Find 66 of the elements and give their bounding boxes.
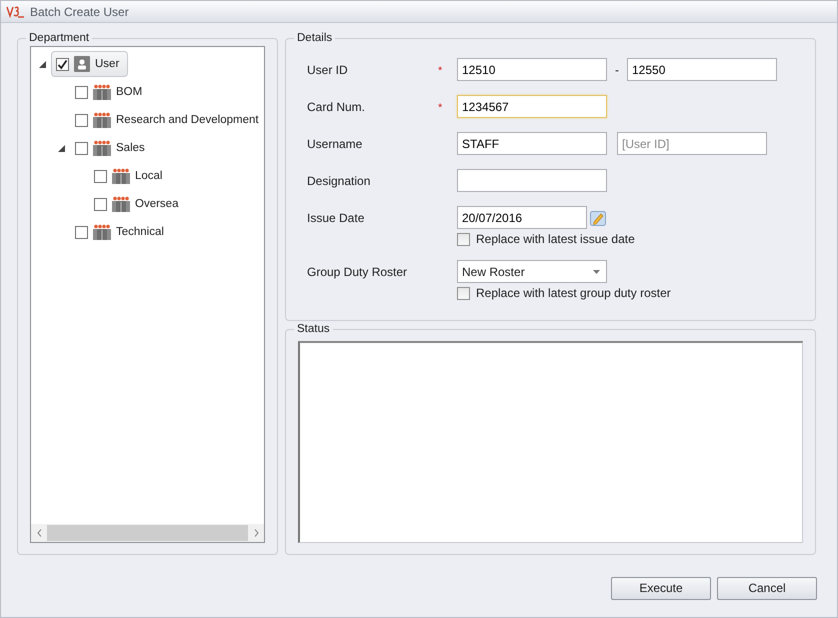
group-icon — [93, 140, 111, 156]
field-label: User ID — [307, 62, 349, 76]
tree-item-label: BOM — [116, 86, 142, 98]
option-label: Replace with latest group duty roster — [476, 286, 671, 300]
checkbox-option[interactable]: Replace with latest issue date — [457, 232, 777, 246]
checkbox[interactable] — [75, 142, 88, 154]
expanded-arrow-icon[interactable] — [38, 60, 46, 68]
field-label: Group Duty Roster — [307, 264, 408, 278]
roster-dropdown[interactable]: New Roster — [457, 260, 607, 283]
tree-item[interactable]: BOM — [70, 79, 152, 105]
field-label: Designation — [307, 174, 372, 188]
group-icon — [93, 112, 111, 128]
tree-item[interactable]: Research and Development — [70, 107, 264, 133]
tree-item-label: Sales — [116, 142, 145, 154]
dialog-button[interactable]: Execute — [611, 576, 711, 600]
range-separator: - — [614, 62, 620, 76]
tree-item-label: Local — [135, 170, 162, 182]
panel-title: Department — [28, 32, 90, 44]
tree-item[interactable]: Local — [89, 163, 172, 189]
required-mark: * — [438, 64, 442, 76]
tree-item[interactable]: User — [51, 51, 128, 77]
group-icon — [112, 168, 130, 184]
chevron-right-icon[interactable] — [254, 529, 258, 537]
tree-item-label: Technical — [116, 226, 164, 238]
scrollbar-thumb[interactable] — [47, 525, 248, 541]
option-label: Replace with latest issue date — [476, 232, 635, 246]
required-mark: * — [438, 102, 442, 114]
field-label: Username — [307, 136, 364, 150]
logo-icon — [6, 6, 24, 18]
checkbox[interactable] — [94, 198, 107, 210]
expanded-arrow-icon[interactable] — [58, 144, 64, 152]
checkbox[interactable] — [457, 232, 470, 246]
checkbox[interactable] — [75, 114, 88, 126]
checkbox[interactable] — [457, 286, 470, 300]
tree-item[interactable]: Sales — [70, 135, 154, 161]
tree-item-label: User — [95, 58, 120, 70]
tree-item[interactable]: Technical — [70, 219, 173, 245]
input-field[interactable]: 12510 — [457, 58, 607, 81]
group-icon — [112, 196, 130, 212]
field-label: Card Num. — [307, 100, 366, 114]
panel-title: Details — [296, 32, 334, 44]
tree-item-label: Research and Development — [116, 114, 259, 126]
date-field[interactable]: 20/07/2016 — [457, 206, 587, 229]
field-label: Issue Date — [307, 210, 366, 224]
input-field[interactable]: 1234567 — [457, 95, 607, 118]
window-title: Batch Create User — [30, 4, 129, 18]
chevron-left-icon[interactable] — [36, 529, 42, 537]
checkbox[interactable] — [75, 86, 88, 98]
calendar-edit-icon[interactable] — [590, 210, 606, 226]
horizontal-scrollbar[interactable] — [31, 524, 264, 542]
checkbox[interactable] — [75, 226, 88, 238]
input-field[interactable]: [User ID] — [617, 132, 767, 155]
group-icon — [93, 224, 111, 240]
checkbox[interactable] — [94, 170, 107, 182]
panel-title: Status — [296, 323, 331, 335]
dialog-button[interactable]: Cancel — [717, 576, 817, 600]
person-icon — [74, 56, 90, 72]
input-field[interactable]: STAFF — [457, 132, 607, 155]
input-field[interactable]: 12550 — [627, 58, 777, 81]
group-icon — [93, 84, 111, 100]
caret-icon — [593, 270, 600, 274]
dropdown-value: New Roster — [462, 264, 525, 278]
input-field[interactable] — [457, 169, 607, 192]
checkbox-option[interactable]: Replace with latest group duty roster — [457, 286, 777, 300]
tree-item[interactable]: Oversea — [89, 191, 188, 217]
tree-item-label: Oversea — [135, 198, 178, 210]
